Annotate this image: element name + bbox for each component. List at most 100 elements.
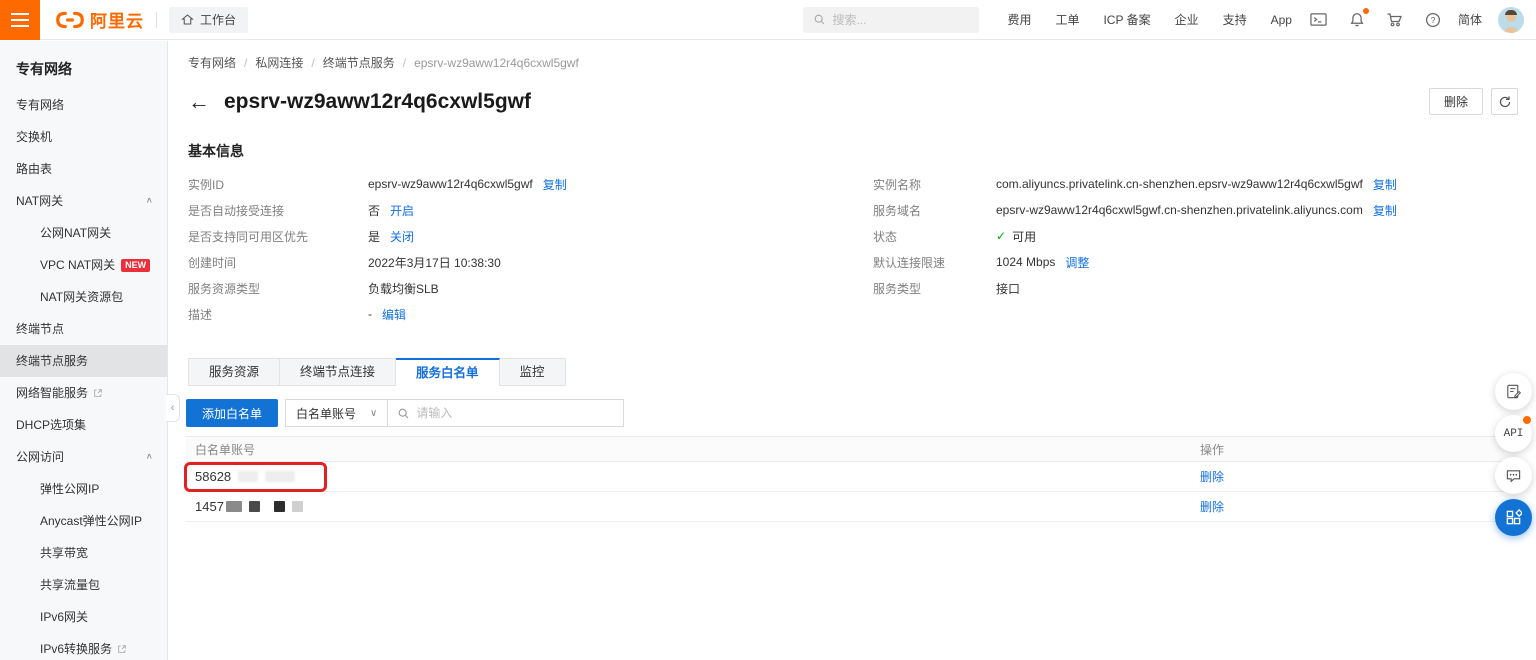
redaction-block (249, 501, 260, 512)
sidebar-item-ipv6-translation[interactable]: IPv6转换服务 (0, 633, 167, 660)
sidebar-item-anycast-eip[interactable]: Anycast弹性公网IP (0, 505, 167, 537)
table-row: 58628 删除 (186, 462, 1518, 492)
enable-link[interactable]: 开启 (390, 202, 414, 219)
help-icon[interactable]: ? (1424, 11, 1442, 29)
status-value: 可用 (1012, 228, 1036, 245)
sidebar-item-data-transfer-plan[interactable]: 共享流量包 (0, 569, 167, 601)
add-whitelist-button[interactable]: 添加白名单 (186, 399, 278, 427)
global-search[interactable] (803, 7, 979, 33)
back-arrow-icon[interactable]: ← (188, 91, 210, 113)
info-row-zone-affinity: 是否支持同可用区优先 是 关闭 (188, 223, 873, 249)
new-badge: NEW (121, 259, 150, 272)
delete-service-button[interactable]: 删除 (1429, 88, 1483, 115)
adjust-link[interactable]: 调整 (1065, 254, 1089, 271)
sidebar-item-vpc-nat[interactable]: VPC NAT网关 NEW (0, 249, 167, 281)
breadcrumb-current: epsrv-wz9aww12r4q6cxwl5gwf (414, 56, 579, 70)
sidebar-item-endpoint-service[interactable]: 终端节点服务 (0, 345, 167, 377)
redaction-block (226, 501, 242, 512)
sidebar-item-dhcp-options[interactable]: DHCP选项集 (0, 409, 167, 441)
top-nav: 阿里云 工作台 费用 工单 ICP 备案 企业 支持 App (0, 0, 1536, 40)
info-row-service-type: 服务类型 接口 (873, 275, 1536, 301)
search-icon (813, 13, 826, 26)
info-row-service-domain: 服务域名 epsrv-wz9aww12r4q6cxwl5gwf.cn-shenz… (873, 197, 1536, 223)
nav-item-support[interactable]: 支持 (1223, 11, 1247, 28)
nav-item-icp[interactable]: ICP 备案 (1103, 11, 1150, 28)
copy-link[interactable]: 复制 (1373, 176, 1397, 193)
sidebar-item-vswitch[interactable]: 交换机 (0, 121, 167, 153)
global-search-input[interactable] (832, 13, 952, 27)
basic-info-title: 基本信息 (188, 141, 1536, 161)
copy-link[interactable]: 复制 (1373, 202, 1397, 219)
divider (156, 12, 157, 28)
tab-service-resources[interactable]: 服务资源 (188, 358, 280, 386)
main-content: 专有网络 / 私网连接 / 终端节点服务 / epsrv-wz9aww12r4q… (169, 41, 1536, 660)
aliyun-logo-icon (54, 10, 86, 30)
whitelist-search-input[interactable] (416, 406, 596, 420)
info-row-status: 状态 ✓ 可用 (873, 223, 1536, 249)
sidebar-group-public-access[interactable]: 公网访问 ∧ (0, 441, 167, 473)
redaction-block (274, 501, 285, 512)
chevron-down-icon: ∨ (370, 408, 377, 419)
sidebar-item-route-table[interactable]: 路由表 (0, 153, 167, 185)
sidebar-item-nat-resource-pack[interactable]: NAT网关资源包 (0, 281, 167, 313)
api-button[interactable]: API (1495, 415, 1532, 452)
top-nav-menu: 费用 工单 ICP 备案 企业 支持 App (1007, 11, 1292, 28)
nav-item-tickets[interactable]: 工单 (1055, 11, 1079, 28)
api-notification-dot (1523, 416, 1531, 424)
redaction-block (265, 471, 295, 482)
whitelist-table: 白名单账号 操作 58628 删除 1457 删除 (186, 436, 1518, 522)
page-header: ← epsrv-wz9aww12r4q6cxwl5gwf 删除 (188, 88, 1518, 115)
breadcrumb-vpc[interactable]: 专有网络 (188, 54, 236, 71)
workbench-label: 工作台 (200, 11, 236, 28)
breadcrumb-privatelink[interactable]: 私网连接 (255, 54, 303, 71)
workbench-button[interactable]: 工作台 (169, 7, 248, 33)
tab-service-whitelist[interactable]: 服务白名单 (396, 358, 500, 386)
sidebar-item-ipv6-gateway[interactable]: IPv6网关 (0, 601, 167, 633)
delete-row-link[interactable]: 删除 (1200, 470, 1224, 484)
sidebar-group-nat-gateway[interactable]: NAT网关 ∧ (0, 185, 167, 217)
survey-button[interactable] (1495, 373, 1532, 410)
chevron-up-icon: ∧ (146, 188, 153, 214)
breadcrumb-endpoint-service[interactable]: 终端节点服务 (323, 54, 395, 71)
delete-row-link[interactable]: 删除 (1200, 500, 1224, 514)
tab-monitoring[interactable]: 监控 (500, 358, 566, 386)
language-switch[interactable]: 简体 (1458, 11, 1482, 28)
home-icon (181, 13, 194, 26)
user-avatar[interactable] (1498, 7, 1524, 33)
sidebar-collapse-handle[interactable]: ‹ (166, 394, 180, 422)
sidebar-item-vpc[interactable]: 专有网络 (0, 89, 167, 121)
apps-shortcut-button[interactable] (1495, 499, 1532, 536)
hamburger-menu-icon[interactable] (0, 0, 40, 40)
logo-text: 阿里云 (90, 7, 144, 32)
cloudshell-icon[interactable] (1310, 11, 1328, 29)
status-check-icon: ✓ (996, 229, 1006, 243)
filter-field-select[interactable]: 白名单账号 ∨ (285, 399, 388, 427)
breadcrumb: 专有网络 / 私网连接 / 终端节点服务 / epsrv-wz9aww12r4q… (169, 41, 1536, 71)
tab-endpoint-connections[interactable]: 终端节点连接 (280, 358, 396, 386)
sidebar-item-eip[interactable]: 弹性公网IP (0, 473, 167, 505)
feedback-button[interactable] (1495, 457, 1532, 494)
svg-text:?: ? (1431, 15, 1436, 25)
disable-link[interactable]: 关闭 (390, 228, 414, 245)
sidebar-item-public-nat[interactable]: 公网NAT网关 (0, 217, 167, 249)
floating-action-stack: API (1495, 373, 1532, 536)
edit-link[interactable]: 编辑 (382, 306, 406, 323)
nav-item-billing[interactable]: 费用 (1007, 11, 1031, 28)
sidebar-item-shared-bandwidth[interactable]: 共享带宽 (0, 537, 167, 569)
notifications-bell-icon[interactable] (1348, 11, 1366, 29)
cart-icon[interactable] (1386, 11, 1404, 29)
nav-item-enterprise[interactable]: 企业 (1175, 11, 1199, 28)
copy-link[interactable]: 复制 (543, 176, 567, 193)
sidebar-item-network-intelligence[interactable]: 网络智能服务 (0, 377, 167, 409)
info-row-description: 描述 - 编辑 (188, 301, 873, 327)
whitelist-search[interactable] (388, 399, 624, 427)
page-title: epsrv-wz9aww12r4q6cxwl5gwf (224, 90, 531, 114)
redaction-block (292, 501, 303, 512)
sidebar-item-endpoint[interactable]: 终端节点 (0, 313, 167, 345)
top-nav-icons: ? (1310, 11, 1442, 29)
aliyun-logo[interactable]: 阿里云 (54, 7, 144, 32)
info-row-service-name: 实例名称 com.aliyuncs.privatelink.cn-shenzhe… (873, 171, 1536, 197)
refresh-button[interactable] (1491, 88, 1518, 115)
nav-item-app[interactable]: App (1271, 13, 1292, 27)
info-row-instance-id: 实例ID epsrv-wz9aww12r4q6cxwl5gwf 复制 (188, 171, 873, 197)
